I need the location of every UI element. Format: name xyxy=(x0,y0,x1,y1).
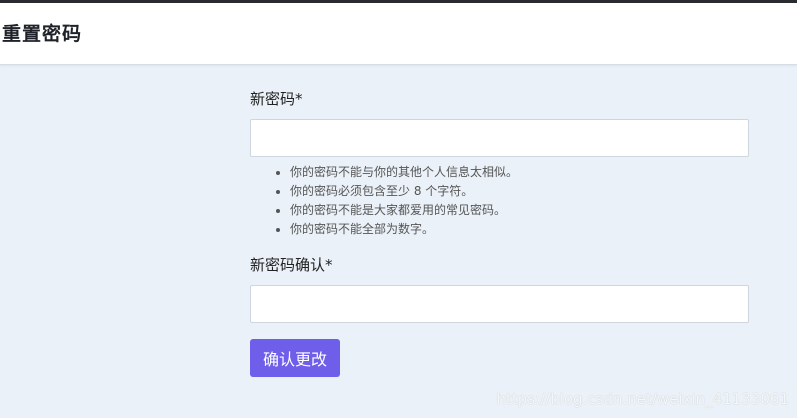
help-item: 你的密码不能是大家都爱用的常见密码。 xyxy=(290,201,749,220)
confirm-password-input[interactable] xyxy=(250,285,749,323)
reset-password-form: 新密码* 你的密码不能与你的其他个人信息太相似。 你的密码必须包含至少 8 个字… xyxy=(250,88,749,377)
new-password-input[interactable] xyxy=(250,119,749,157)
watermark-text: https://blog.csdn.net/weixin_41133061 xyxy=(496,390,789,408)
confirm-password-label: 新密码确认* xyxy=(250,256,333,274)
confirm-change-button[interactable]: 确认更改 xyxy=(250,339,340,377)
page-title: 重置密码 xyxy=(2,23,83,45)
help-item: 你的密码不能全部为数字。 xyxy=(290,220,749,239)
page-header: 重置密码 xyxy=(0,3,797,65)
help-item: 你的密码必须包含至少 8 个字符。 xyxy=(290,182,749,201)
password-help-list: 你的密码不能与你的其他个人信息太相似。 你的密码必须包含至少 8 个字符。 你的… xyxy=(250,163,749,239)
new-password-label: 新密码* xyxy=(250,90,303,108)
help-item: 你的密码不能与你的其他个人信息太相似。 xyxy=(290,163,749,182)
